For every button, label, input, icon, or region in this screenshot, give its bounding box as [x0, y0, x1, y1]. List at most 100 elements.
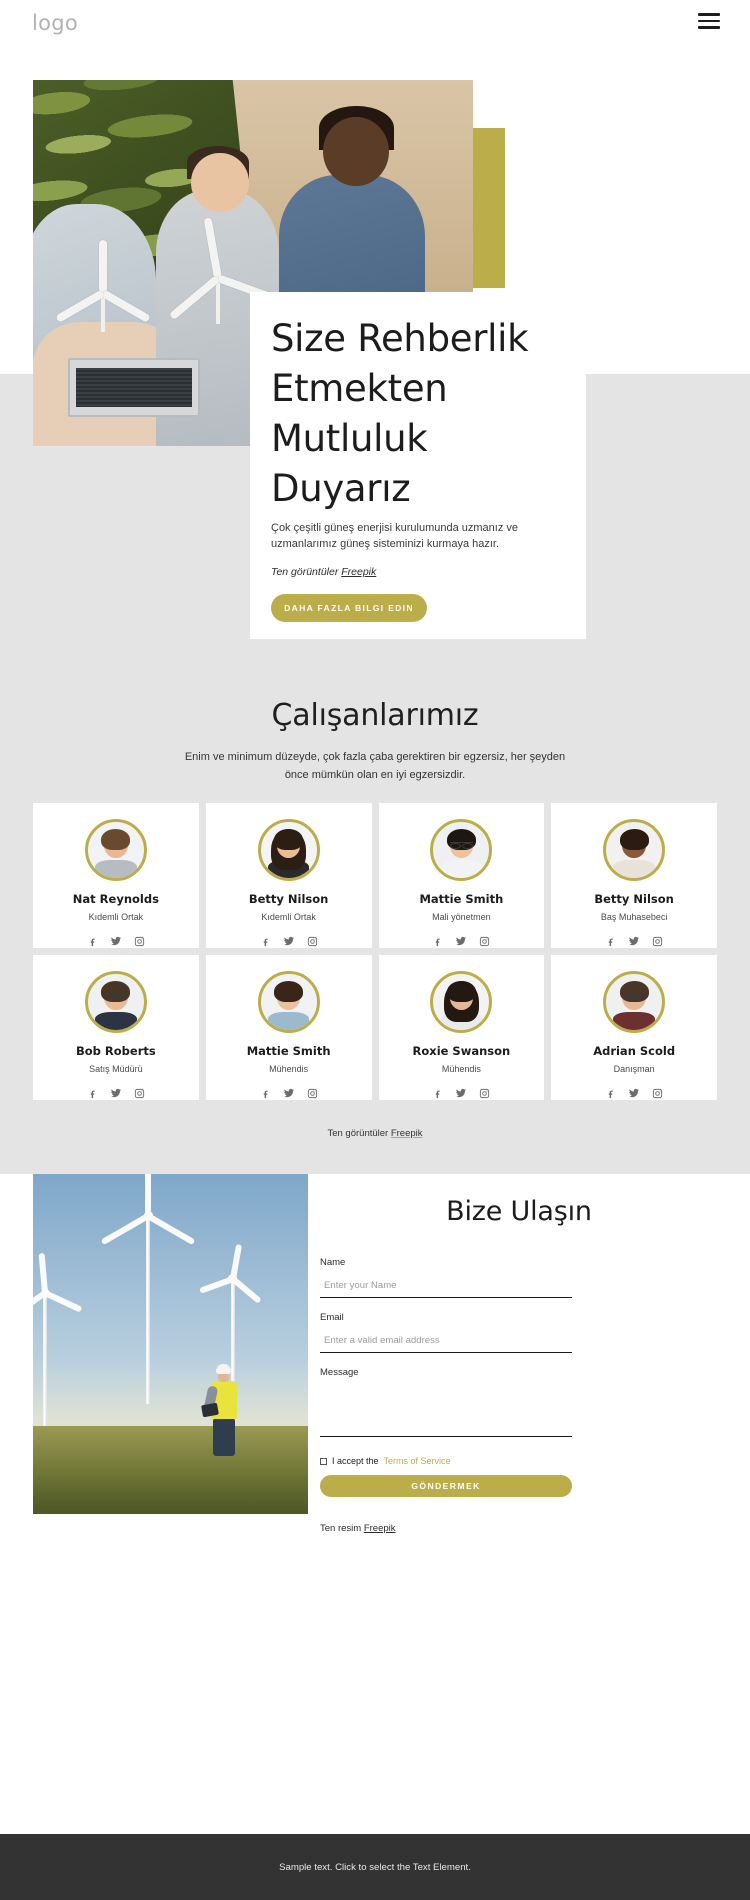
team-member-card[interactable]: Bob Roberts Satış Müdürü — [33, 955, 199, 1100]
facebook-icon[interactable] — [260, 1088, 271, 1099]
instagram-icon[interactable] — [307, 1088, 318, 1099]
instagram-icon[interactable] — [134, 1088, 145, 1099]
avatar — [430, 971, 493, 1033]
twitter-icon[interactable] — [455, 935, 467, 947]
team-member-social-links — [87, 935, 145, 947]
contact-title: Bize Ulaşın — [446, 1196, 592, 1227]
contact-credit-prefix: Ten resim — [320, 1523, 364, 1534]
hero-credit-prefix: Ten görüntüler — [271, 566, 342, 578]
team-member-card[interactable]: Betty Nilson Kıdemli Ortak — [205, 803, 372, 948]
team-member-role: Satış Müdürü — [89, 1064, 143, 1074]
team-member-name: Bob Roberts — [76, 1044, 156, 1058]
team-member-name: Betty Nilson — [248, 892, 329, 906]
team-member-card[interactable]: Betty Nilson Baş Muhasebeci — [551, 803, 717, 948]
instagram-icon[interactable] — [134, 936, 145, 947]
team-member-name: Adrian Scold — [593, 1044, 676, 1058]
avatar — [257, 819, 320, 881]
team-credit-prefix: Ten görüntüler — [327, 1128, 391, 1139]
site-header: logo — [0, 0, 750, 62]
team-member-card[interactable]: Mattie Smith Mühendis — [205, 955, 372, 1100]
name-label: Name — [320, 1257, 346, 1268]
twitter-icon[interactable] — [283, 1087, 295, 1099]
team-section-title: Çalışanlarımız — [271, 698, 479, 733]
team-member-card[interactable]: Nat Reynolds Kıdemli Ortak — [33, 803, 199, 948]
wind-turbine-icon — [88, 1174, 208, 1405]
team-member-name: Mattie Smith — [419, 892, 504, 906]
team-member-name: Roxie Swanson — [412, 1044, 511, 1058]
contact-section: Bize Ulaşın Name Email Message I accept … — [0, 1174, 750, 1834]
terms-checkbox[interactable] — [320, 1457, 327, 1465]
terms-acceptance-row[interactable]: I accept the Terms of Service — [320, 1456, 718, 1466]
team-section-subtitle: Enim ve minimum düzeyde, çok fazla çaba … — [184, 751, 566, 781]
twitter-icon[interactable] — [628, 935, 640, 947]
team-member-role: Baş Muhasebeci — [600, 912, 668, 922]
team-image-credit: Ten görüntüler Freepik — [0, 1128, 750, 1139]
contact-credit-link[interactable]: Freepik — [364, 1523, 396, 1534]
facebook-icon[interactable] — [432, 936, 443, 947]
team-member-card[interactable]: Adrian Scold Danışman — [551, 955, 717, 1100]
terms-accept-text: I accept the — [332, 1456, 379, 1466]
twitter-icon[interactable] — [110, 935, 122, 947]
page-root: logo Size Rehberlik Etmekten Mutluluk Du… — [0, 0, 750, 1900]
team-member-card[interactable]: Roxie Swanson Mühendis — [378, 955, 545, 1100]
contact-image-credit: Ten resim Freepik — [320, 1523, 718, 1534]
team-member-card[interactable]: Mattie Smith Mali yönetmen — [378, 803, 545, 948]
team-member-social-links — [432, 1087, 490, 1099]
avatar — [257, 971, 320, 1033]
hero-description: Çok çeşitli güneş enerjisi kurulumunda u… — [271, 522, 519, 550]
facebook-icon[interactable] — [260, 936, 271, 947]
hero-credit-link[interactable]: Freepik — [341, 566, 376, 578]
avatar — [430, 819, 493, 881]
team-credit-link[interactable]: Freepik — [391, 1128, 423, 1139]
contact-form: Bize Ulaşın Name Email Message I accept … — [320, 1196, 718, 1534]
avatar — [603, 971, 666, 1033]
hamburger-bar — [698, 13, 720, 16]
logo[interactable]: logo — [32, 11, 78, 35]
name-input[interactable] — [320, 1280, 572, 1298]
team-member-role: Danışman — [613, 1064, 655, 1074]
twitter-icon[interactable] — [628, 1087, 640, 1099]
team-member-role: Kıdemli Ortak — [261, 912, 316, 922]
team-member-name: Nat Reynolds — [72, 892, 159, 906]
footer-text[interactable]: Sample text. Click to select the Text El… — [279, 1862, 471, 1873]
facebook-icon[interactable] — [605, 1088, 616, 1099]
hamburger-bar — [698, 19, 720, 23]
email-label: Email — [320, 1312, 344, 1323]
facebook-icon[interactable] — [87, 936, 98, 947]
facebook-icon[interactable] — [605, 936, 616, 947]
twitter-icon[interactable] — [110, 1087, 122, 1099]
wind-turbine-model-icon — [46, 240, 160, 336]
hero-content-card: Size Rehberlik Etmekten Mutluluk Duyarız… — [250, 292, 586, 639]
message-field-group: Message — [320, 1367, 718, 1442]
message-textarea[interactable] — [320, 1385, 572, 1437]
team-member-role: Mali yönetmen — [432, 912, 491, 922]
facebook-icon[interactable] — [432, 1088, 443, 1099]
site-footer: Sample text. Click to select the Text El… — [0, 1834, 750, 1900]
team-member-name: Mattie Smith — [246, 1044, 331, 1058]
email-input[interactable] — [320, 1335, 572, 1353]
email-field-group: Email — [320, 1312, 718, 1353]
submit-button[interactable]: GÖNDERMEK — [320, 1475, 572, 1497]
hero-cta-button[interactable]: DAHA FAZLA BILGI EDIN — [271, 594, 427, 622]
team-member-social-links — [87, 1087, 145, 1099]
facebook-icon[interactable] — [87, 1088, 98, 1099]
instagram-icon[interactable] — [307, 936, 318, 947]
instagram-icon[interactable] — [652, 936, 663, 947]
contact-image-wind-farm — [33, 1174, 308, 1514]
instagram-icon[interactable] — [479, 936, 490, 947]
team-grid: Nat Reynolds Kıdemli Ortak Betty Nilson Kıd… — [33, 803, 717, 1100]
hamburger-menu-icon[interactable] — [698, 13, 720, 31]
terms-of-service-link[interactable]: Terms of Service — [384, 1456, 451, 1466]
instagram-icon[interactable] — [652, 1088, 663, 1099]
hamburger-bar — [698, 26, 720, 29]
avatar — [603, 819, 666, 881]
hero-title: Size Rehberlik Etmekten Mutluluk Duyarız — [271, 317, 529, 510]
instagram-icon[interactable] — [479, 1088, 490, 1099]
message-label: Message — [320, 1367, 359, 1378]
hero-image-credit: Ten görüntüler Freepik — [271, 566, 376, 578]
team-member-name: Betty Nilson — [594, 892, 674, 906]
twitter-icon[interactable] — [283, 935, 295, 947]
twitter-icon[interactable] — [455, 1087, 467, 1099]
team-member-role: Mühendis — [441, 1064, 481, 1074]
team-member-role: Kıdemli Ortak — [88, 912, 144, 922]
